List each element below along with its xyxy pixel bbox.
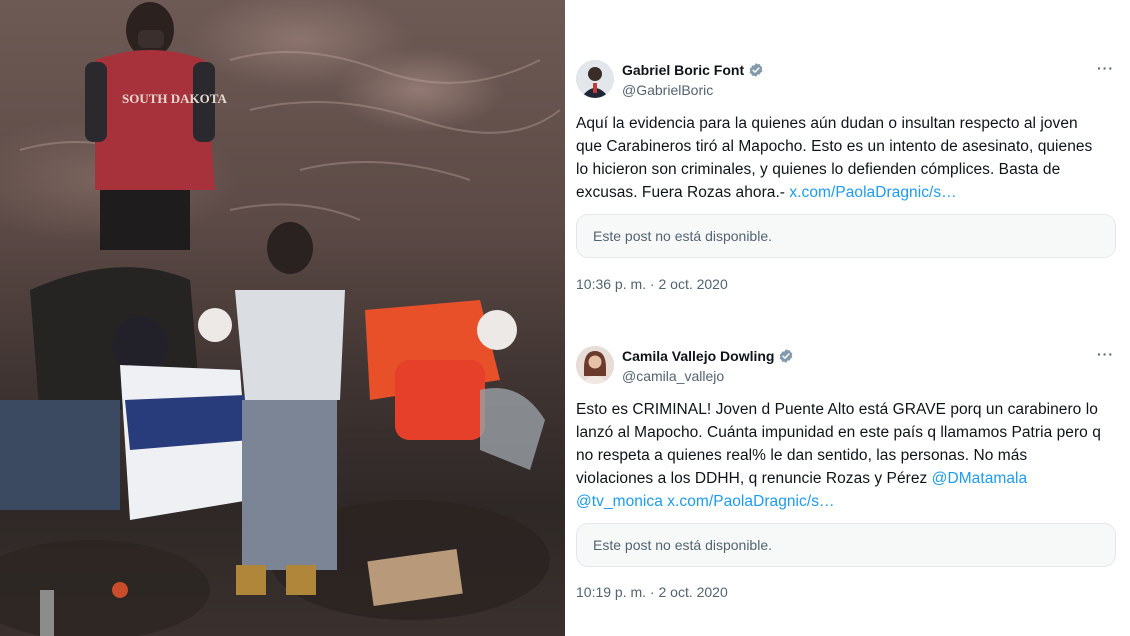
- shirt-print: SOUTH DAKOTA: [122, 91, 227, 106]
- tweet-link[interactable]: x.com/PaolaDragnic/s…: [789, 184, 956, 201]
- tweet-text: Esto es CRIMINAL! Joven d Puente Alto es…: [576, 398, 1106, 513]
- unavailable-label: Este post no está disponible.: [593, 537, 773, 553]
- avatar[interactable]: [576, 346, 614, 384]
- more-options-icon[interactable]: ···: [1097, 60, 1114, 76]
- avatar[interactable]: [576, 60, 614, 98]
- quoted-post-unavailable: Este post no está disponible.: [576, 214, 1116, 258]
- verified-badge-icon: [780, 349, 793, 363]
- verified-badge-icon: [749, 63, 763, 77]
- display-name[interactable]: Gabriel Boric Font: [622, 62, 744, 78]
- timestamp[interactable]: 10:36 p. m. · 2 oct. 2020: [576, 276, 728, 292]
- news-photo: SOUTH DAKOTA: [0, 0, 565, 636]
- display-name[interactable]: Camila Vallejo Dowling: [622, 348, 774, 364]
- boy-white-shirt: [235, 222, 345, 595]
- handle[interactable]: @camila_vallejo: [622, 368, 724, 384]
- more-options-icon[interactable]: ···: [1097, 346, 1114, 362]
- unavailable-label: Este post no está disponible.: [593, 228, 773, 244]
- avatar-image: [576, 60, 614, 98]
- standing-man: SOUTH DAKOTA: [85, 2, 227, 250]
- photo-illustration: SOUTH DAKOTA: [0, 2, 561, 636]
- mention-link[interactable]: @tv_monica: [576, 493, 663, 510]
- mention-link[interactable]: @DMatamala: [932, 470, 1027, 487]
- avatar-image: [576, 346, 614, 384]
- timestamp[interactable]: 10:19 p. m. · 2 oct. 2020: [576, 584, 728, 600]
- tweets-panel: Gabriel Boric Font @GabrielBoric ··· Aqu…: [565, 0, 1130, 636]
- tweet-text: Aquí la evidencia para la quienes aún du…: [576, 112, 1106, 204]
- quoted-post-unavailable: Este post no está disponible.: [576, 523, 1116, 567]
- tweet-link[interactable]: x.com/PaolaDragnic/s…: [667, 493, 834, 510]
- handle[interactable]: @GabrielBoric: [622, 82, 713, 98]
